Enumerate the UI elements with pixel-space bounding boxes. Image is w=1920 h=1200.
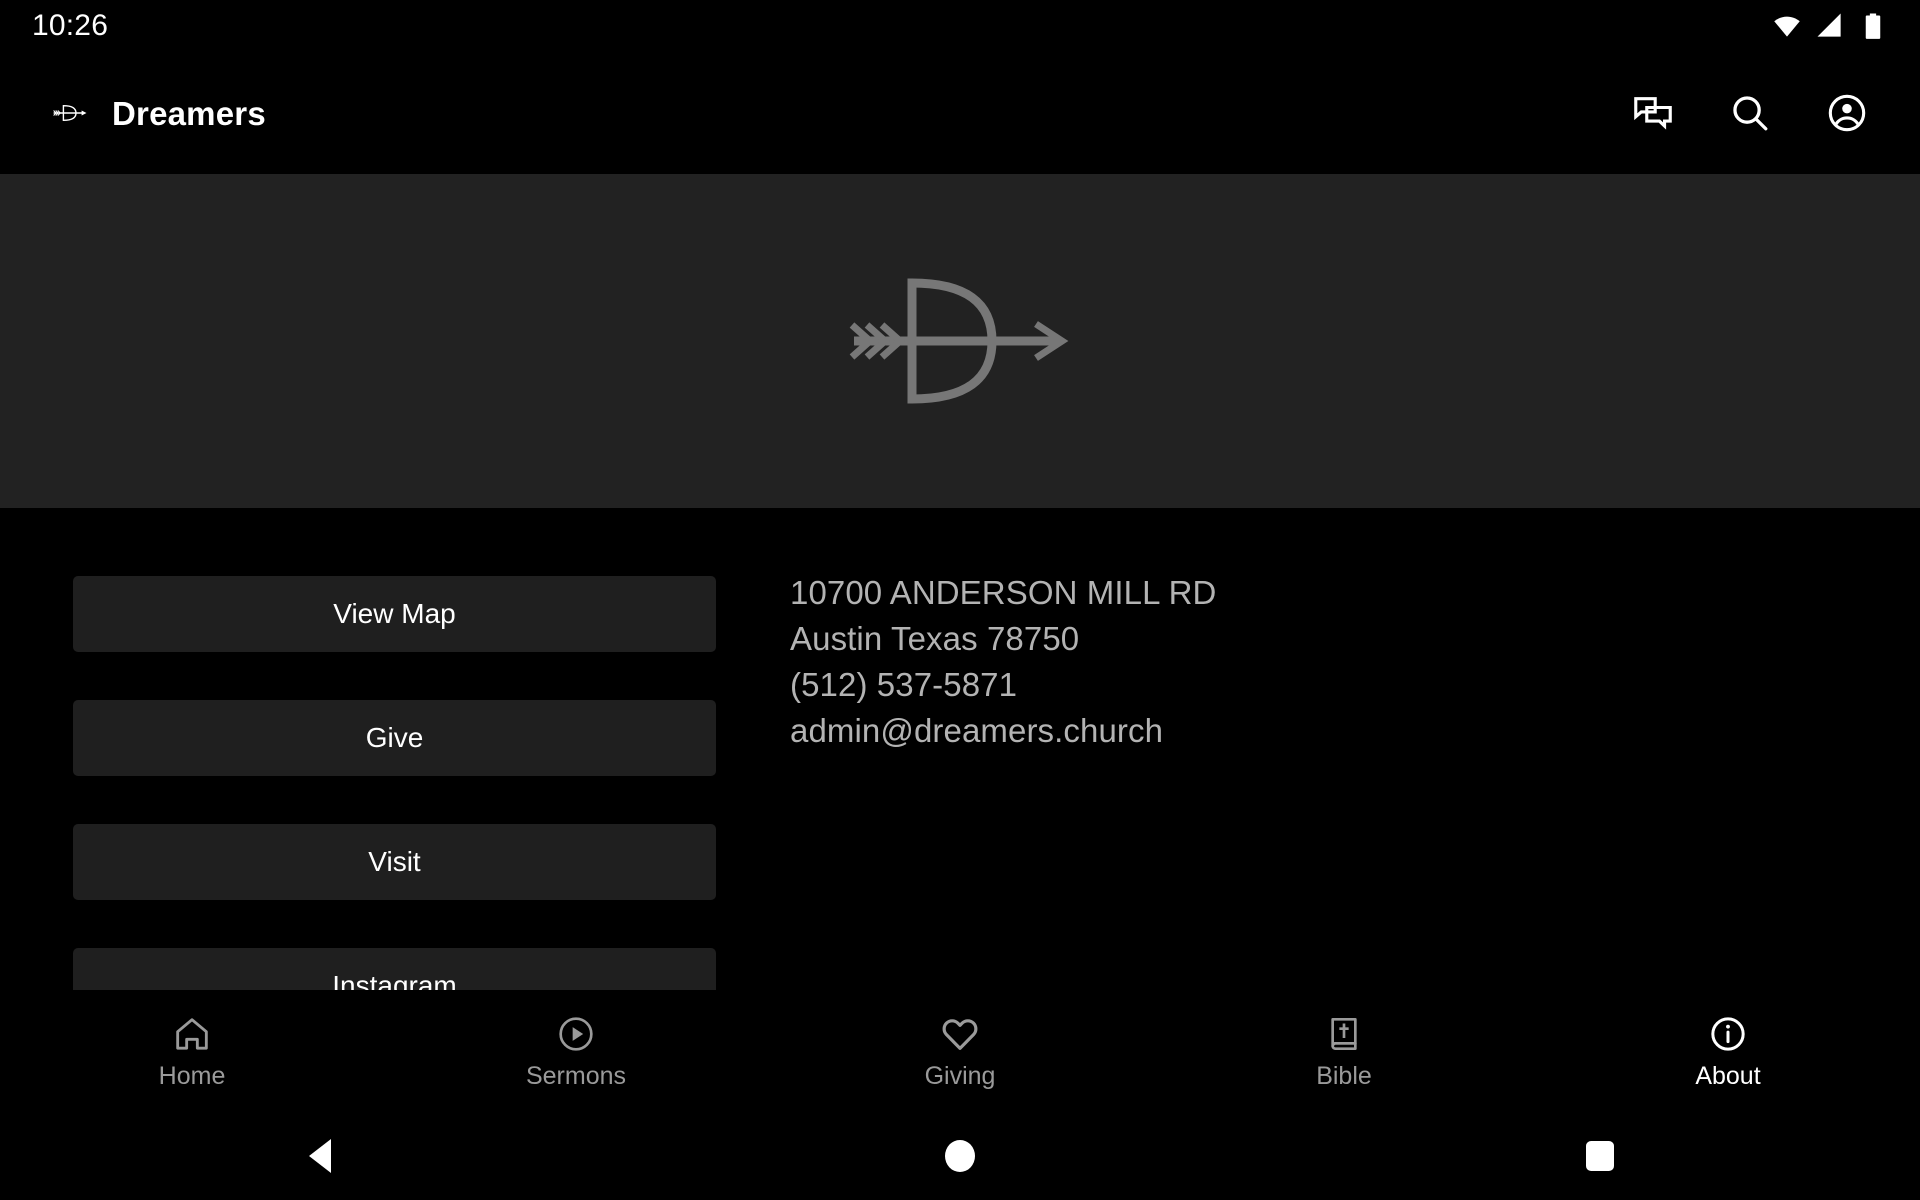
view-map-button[interactable]: View Map xyxy=(73,576,716,652)
tab-label-bible: Bible xyxy=(1316,1061,1372,1090)
app-root: 10:26 Dreamers View Map Give Visit Insta… xyxy=(0,0,1920,1200)
wifi-icon xyxy=(1774,16,1800,37)
contact-email[interactable]: admin@dreamers.church xyxy=(790,708,1690,754)
home-circle-icon xyxy=(945,1140,975,1172)
dreamers-logo-icon xyxy=(53,104,87,122)
app-bar: Dreamers xyxy=(0,52,1920,174)
tab-label-about: About xyxy=(1695,1061,1761,1090)
hero-banner xyxy=(0,174,1920,508)
instagram-button[interactable]: Instagram xyxy=(73,948,716,990)
tab-bible[interactable]: Bible xyxy=(1152,990,1536,1112)
tab-giving[interactable]: Giving xyxy=(768,990,1152,1112)
messages-icon[interactable] xyxy=(1630,90,1676,136)
android-back-button[interactable] xyxy=(0,1112,640,1200)
tab-about[interactable]: About xyxy=(1536,990,1920,1112)
status-bar-icons xyxy=(1772,11,1896,41)
android-recents-button[interactable] xyxy=(1280,1112,1920,1200)
android-home-button[interactable] xyxy=(640,1112,1280,1200)
android-navigation-bar xyxy=(0,1112,1920,1200)
brand: Dreamers xyxy=(48,92,266,134)
action-buttons-column: View Map Give Visit Instagram xyxy=(73,576,716,990)
bottom-tab-bar: Home Sermons Giving Bible About xyxy=(0,990,1920,1112)
app-bar-actions xyxy=(1630,90,1874,136)
about-content: View Map Give Visit Instagram 10700 ANDE… xyxy=(0,508,1920,990)
home-icon xyxy=(176,1017,208,1050)
visit-button[interactable]: Visit xyxy=(73,824,716,900)
cellular-signal-icon xyxy=(1817,13,1841,37)
contact-phone[interactable]: (512) 537-5871 xyxy=(790,662,1690,708)
search-icon[interactable] xyxy=(1727,90,1773,136)
recents-square-icon xyxy=(1586,1141,1614,1171)
tab-label-sermons: Sermons xyxy=(525,1061,627,1090)
battery-icon xyxy=(1865,13,1881,39)
hero-dreamers-logo-icon xyxy=(849,278,1069,404)
account-circle-icon[interactable] xyxy=(1824,90,1870,136)
status-clock: 10:26 xyxy=(32,9,109,42)
app-title: Dreamers xyxy=(112,94,266,132)
tab-label-giving: Giving xyxy=(924,1061,996,1090)
tab-label-home: Home xyxy=(158,1061,226,1090)
status-bar: 10:26 xyxy=(0,0,1920,52)
info-circle-icon xyxy=(1711,1016,1745,1051)
give-button[interactable]: Give xyxy=(73,700,716,776)
contact-street: 10700 ANDERSON MILL RD xyxy=(790,574,1217,611)
tab-sermons[interactable]: Sermons xyxy=(384,990,768,1112)
back-triangle-icon xyxy=(309,1139,331,1173)
bible-book-icon xyxy=(1331,1017,1357,1050)
contact-city-state-zip: Austin Texas 78750 xyxy=(790,620,1080,657)
play-circle-icon xyxy=(559,1016,593,1051)
tab-home[interactable]: Home xyxy=(0,990,384,1112)
contact-info: 10700 ANDERSON MILL RD Austin Texas 7875… xyxy=(790,570,1690,754)
heart-icon xyxy=(942,1018,978,1050)
